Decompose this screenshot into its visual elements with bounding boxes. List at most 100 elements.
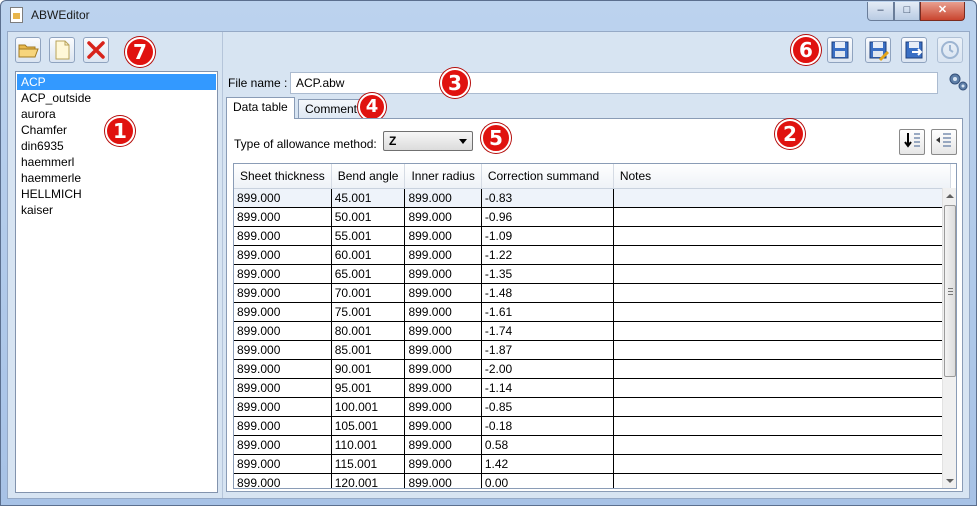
scroll-up-icon[interactable] bbox=[946, 194, 954, 198]
table-cell[interactable]: 899.000 bbox=[234, 359, 332, 379]
list-item[interactable]: HELLMICH bbox=[17, 186, 216, 202]
table-cell[interactable]: -1.14 bbox=[481, 378, 614, 398]
table-row[interactable]: 899.000 105.001 899.000 -0.18 bbox=[234, 416, 951, 436]
table-cell[interactable] bbox=[613, 397, 951, 417]
table-cell[interactable] bbox=[613, 264, 951, 284]
table-cell[interactable]: 899.000 bbox=[234, 264, 332, 284]
table-cell[interactable]: 899.000 bbox=[234, 188, 332, 208]
table-cell[interactable]: 899.000 bbox=[234, 283, 332, 303]
column-header[interactable]: Inner radius bbox=[404, 164, 482, 189]
minimize-button[interactable]: – bbox=[867, 2, 894, 21]
list-item[interactable]: haemmerle bbox=[17, 170, 216, 186]
table-cell[interactable]: -2.00 bbox=[481, 359, 614, 379]
table-cell[interactable] bbox=[613, 207, 951, 227]
table-cell[interactable]: 0.00 bbox=[481, 473, 614, 488]
column-header[interactable]: Notes bbox=[613, 164, 951, 189]
scroll-down-icon[interactable] bbox=[946, 479, 954, 483]
table-cell[interactable]: 0.58 bbox=[481, 435, 614, 455]
table-cell[interactable]: -0.96 bbox=[481, 207, 614, 227]
table-cell[interactable]: 65.001 bbox=[331, 264, 406, 284]
table-cell[interactable] bbox=[613, 283, 951, 303]
table-cell[interactable]: -1.09 bbox=[481, 226, 614, 246]
table-cell[interactable]: 899.000 bbox=[404, 378, 482, 398]
table-cell[interactable]: 105.001 bbox=[331, 416, 406, 436]
table-cell[interactable]: 899.000 bbox=[404, 340, 482, 360]
list-item[interactable]: haemmerl bbox=[17, 154, 216, 170]
table-cell[interactable] bbox=[613, 302, 951, 322]
open-button[interactable] bbox=[15, 37, 41, 63]
maximize-button[interactable]: □ bbox=[894, 2, 920, 21]
table-cell[interactable]: -0.85 bbox=[481, 397, 614, 417]
table-cell[interactable]: 899.000 bbox=[234, 397, 332, 417]
table-cell[interactable]: 899.000 bbox=[404, 359, 482, 379]
table-cell[interactable]: 899.000 bbox=[234, 435, 332, 455]
table-cell[interactable]: 899.000 bbox=[404, 473, 482, 488]
column-header[interactable]: Bend angle bbox=[331, 164, 406, 189]
list-item[interactable]: kaiser bbox=[17, 202, 216, 218]
table-cell[interactable]: 899.000 bbox=[404, 435, 482, 455]
list-item[interactable]: ACP_outside bbox=[17, 90, 216, 106]
table-cell[interactable]: 55.001 bbox=[331, 226, 406, 246]
table-cell[interactable] bbox=[613, 454, 951, 474]
table-cell[interactable] bbox=[613, 435, 951, 455]
table-cell[interactable]: 120.001 bbox=[331, 473, 406, 488]
table-row[interactable]: 899.000 80.001 899.000 -1.74 bbox=[234, 321, 951, 341]
table-cell[interactable]: 100.001 bbox=[331, 397, 406, 417]
table-cell[interactable]: 899.000 bbox=[404, 454, 482, 474]
history-button[interactable] bbox=[937, 37, 963, 63]
close-button[interactable]: ✕ bbox=[920, 2, 965, 21]
gears-icon[interactable] bbox=[947, 70, 969, 92]
table-cell[interactable]: 90.001 bbox=[331, 359, 406, 379]
table-cell[interactable]: 899.000 bbox=[234, 207, 332, 227]
table-cell[interactable]: 899.000 bbox=[404, 188, 482, 208]
table-cell[interactable]: 899.000 bbox=[234, 302, 332, 322]
table-cell[interactable]: 115.001 bbox=[331, 454, 406, 474]
data-grid[interactable]: Sheet thickness Bend angle Inner radius … bbox=[233, 163, 957, 489]
delete-button[interactable] bbox=[83, 37, 109, 63]
table-row[interactable]: 899.000 55.001 899.000 -1.09 bbox=[234, 226, 951, 246]
table-cell[interactable]: 50.001 bbox=[331, 207, 406, 227]
table-cell[interactable]: 899.000 bbox=[404, 302, 482, 322]
table-row[interactable]: 899.000 70.001 899.000 -1.48 bbox=[234, 283, 951, 303]
table-cell[interactable]: 899.000 bbox=[234, 378, 332, 398]
table-row[interactable]: 899.000 75.001 899.000 -1.61 bbox=[234, 302, 951, 322]
table-cell[interactable]: 899.000 bbox=[234, 226, 332, 246]
table-cell[interactable]: -1.61 bbox=[481, 302, 614, 322]
scroll-thumb[interactable] bbox=[944, 205, 956, 377]
table-cell[interactable] bbox=[613, 416, 951, 436]
column-header[interactable]: Sheet thickness bbox=[234, 164, 332, 189]
table-row[interactable]: 899.000 95.001 899.000 -1.14 bbox=[234, 378, 951, 398]
allowance-method-select[interactable]: Z bbox=[383, 131, 473, 151]
table-cell[interactable]: 899.000 bbox=[404, 416, 482, 436]
table-cell[interactable]: -1.48 bbox=[481, 283, 614, 303]
table-cell[interactable] bbox=[613, 226, 951, 246]
tab-data-table[interactable]: Data table bbox=[226, 97, 295, 119]
table-cell[interactable]: -1.22 bbox=[481, 245, 614, 265]
sort-descending-button[interactable] bbox=[899, 129, 925, 155]
file-name-input[interactable] bbox=[290, 72, 938, 94]
list-item[interactable]: ACP bbox=[17, 74, 216, 90]
vertical-scrollbar[interactable] bbox=[942, 188, 956, 488]
table-row[interactable]: 899.000 45.001 899.000 -0.83 bbox=[234, 188, 951, 208]
table-cell[interactable]: 899.000 bbox=[404, 321, 482, 341]
table-cell[interactable]: 899.000 bbox=[234, 321, 332, 341]
table-cell[interactable]: -1.87 bbox=[481, 340, 614, 360]
table-cell[interactable]: 899.000 bbox=[404, 264, 482, 284]
export-button[interactable] bbox=[901, 37, 927, 63]
table-cell[interactable]: 70.001 bbox=[331, 283, 406, 303]
table-cell[interactable]: 899.000 bbox=[404, 207, 482, 227]
table-cell[interactable]: 85.001 bbox=[331, 340, 406, 360]
table-row[interactable]: 899.000 90.001 899.000 -2.00 bbox=[234, 359, 951, 379]
table-row[interactable]: 899.000 115.001 899.000 1.42 bbox=[234, 454, 951, 474]
table-cell[interactable]: 899.000 bbox=[234, 340, 332, 360]
table-row[interactable]: 899.000 120.001 899.000 0.00 bbox=[234, 473, 951, 488]
table-cell[interactable]: 45.001 bbox=[331, 188, 406, 208]
table-cell[interactable]: 899.000 bbox=[234, 245, 332, 265]
table-cell[interactable]: 80.001 bbox=[331, 321, 406, 341]
new-button[interactable] bbox=[49, 37, 75, 63]
table-cell[interactable]: 110.001 bbox=[331, 435, 406, 455]
table-cell[interactable]: 899.000 bbox=[234, 454, 332, 474]
table-cell[interactable]: 899.000 bbox=[404, 245, 482, 265]
tab-comment[interactable]: Comment bbox=[298, 99, 365, 119]
table-cell[interactable]: 899.000 bbox=[234, 416, 332, 436]
